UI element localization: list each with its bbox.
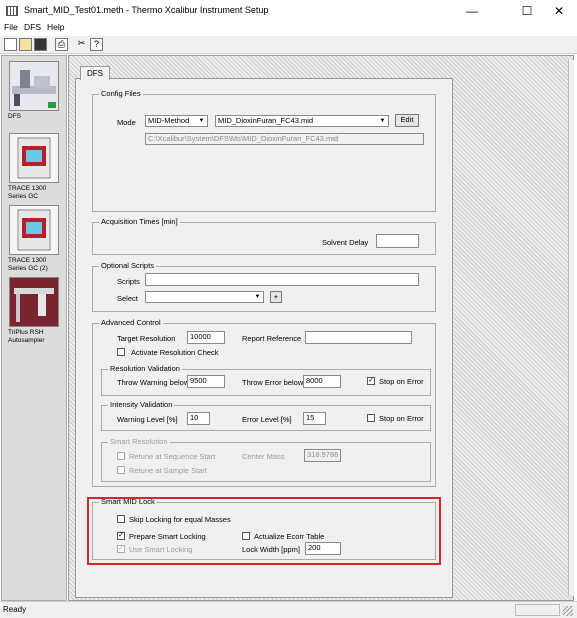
gc-instrument-icon[interactable] bbox=[9, 133, 59, 183]
new-icon[interactable] bbox=[4, 38, 17, 51]
chevron-down-icon: ▼ bbox=[254, 294, 261, 300]
minimize-icon: — bbox=[466, 4, 478, 18]
retune-sequence-label: Retune at Sequence Start bbox=[129, 452, 216, 461]
mode-select[interactable]: MID-Method ▼ bbox=[145, 115, 208, 127]
error-level-label: Error Level [%] bbox=[242, 415, 292, 424]
advanced-control-title: Advanced Control bbox=[99, 318, 163, 327]
title-bar: Smart_MID_Test01.meth - Thermo Xcalibur … bbox=[0, 0, 577, 22]
autosampler-instrument-icon[interactable] bbox=[9, 277, 59, 327]
resolution-validation-title: Resolution Validation bbox=[108, 364, 182, 373]
retune-sequence-checkbox bbox=[117, 452, 125, 460]
throw-warning-input[interactable]: 9500 bbox=[187, 375, 225, 388]
throw-error-input[interactable]: 8000 bbox=[303, 375, 341, 388]
intensity-validation-title: Intensity Validation bbox=[108, 400, 175, 409]
activate-resolution-label: Activate Resolution Check bbox=[131, 348, 219, 357]
center-mass-label: Center Mass bbox=[242, 452, 285, 461]
dfs-instrument-icon[interactable] bbox=[9, 61, 59, 111]
chevron-down-icon: ▼ bbox=[379, 118, 386, 124]
close-icon: ✕ bbox=[553, 4, 565, 18]
print-icon[interactable]: ⎙ bbox=[55, 38, 68, 51]
maximize-button[interactable]: ☐ bbox=[512, 3, 542, 19]
edit-button[interactable]: Edit bbox=[395, 114, 419, 127]
config-files-title: Config Files bbox=[99, 89, 143, 98]
menu-file[interactable]: File bbox=[4, 22, 18, 32]
int-stop-on-error-checkbox[interactable] bbox=[367, 414, 375, 422]
vertical-scrollbar[interactable] bbox=[568, 60, 574, 596]
instrument-label-autosampler: TriPlus RSH Autosampler bbox=[8, 329, 45, 344]
save-icon[interactable] bbox=[34, 38, 47, 51]
throw-warning-label: Throw Warning below bbox=[117, 378, 190, 387]
config-file-select[interactable]: MID_DioxinFuran_FC43.mid ▼ bbox=[215, 115, 389, 127]
open-icon[interactable] bbox=[19, 38, 32, 51]
toolbar: ⎙ ✂ ? bbox=[0, 36, 577, 54]
smart-resolution-title: Smart Resolution bbox=[108, 437, 170, 446]
chevron-down-icon: ▼ bbox=[198, 118, 205, 124]
window-title: Smart_MID_Test01.meth - Thermo Xcalibur … bbox=[24, 5, 269, 15]
instrument-label-gc: TRACE 1300 Series GC bbox=[8, 185, 47, 200]
retune-sample-label: Retune at Sample Start bbox=[129, 466, 207, 475]
script-select[interactable]: ▼ bbox=[145, 291, 264, 303]
solvent-delay-label: Solvent Delay bbox=[322, 238, 369, 247]
error-level-input[interactable]: 15 bbox=[303, 412, 326, 425]
close-button[interactable]: ✕ bbox=[544, 3, 574, 19]
report-reference-input[interactable] bbox=[305, 331, 412, 344]
target-resolution-input[interactable]: 10000 bbox=[187, 331, 225, 344]
tab-dfs[interactable]: DFS bbox=[80, 66, 110, 80]
config-files-group: Config Files bbox=[92, 89, 436, 212]
smart-resolution-group: Smart Resolution bbox=[101, 437, 431, 482]
res-stop-on-error-label: Stop on Error bbox=[379, 377, 424, 386]
scripts-input[interactable] bbox=[145, 273, 419, 286]
status-panel bbox=[515, 604, 560, 616]
select-label: Select bbox=[117, 294, 138, 303]
mode-label: Mode bbox=[117, 118, 136, 127]
retune-sample-checkbox bbox=[117, 466, 125, 474]
config-path-field: C:\Xcalibur\System\DFS\Ms\MID_DioxinFura… bbox=[145, 133, 424, 145]
help-icon[interactable]: ? bbox=[90, 38, 103, 51]
minimize-button[interactable]: — bbox=[457, 3, 487, 19]
warning-level-input[interactable]: 10 bbox=[187, 412, 210, 425]
cut-icon[interactable]: ✂ bbox=[75, 38, 88, 51]
maximize-icon: ☐ bbox=[521, 4, 533, 18]
menu-help[interactable]: Help bbox=[47, 22, 64, 32]
int-stop-on-error-label: Stop on Error bbox=[379, 414, 424, 423]
menu-bar: File DFS Help bbox=[0, 22, 577, 36]
resize-grip-icon[interactable] bbox=[563, 606, 573, 616]
menu-dfs[interactable]: DFS bbox=[24, 22, 41, 32]
status-bar: Ready bbox=[0, 601, 577, 618]
acquisition-times-title: Acquisition Times [min] bbox=[99, 217, 180, 226]
gc2-instrument-icon[interactable] bbox=[9, 205, 59, 255]
res-stop-on-error-checkbox[interactable]: ✓ bbox=[367, 377, 375, 385]
center-mass-field: 318.9786 bbox=[304, 449, 341, 462]
target-resolution-label: Target Resolution bbox=[117, 334, 176, 343]
app-icon bbox=[6, 6, 18, 16]
solvent-delay-input[interactable] bbox=[376, 234, 419, 248]
instrument-label-gc2: TRACE 1300 Series GC (2) bbox=[8, 257, 48, 272]
highlight-box bbox=[87, 497, 441, 565]
mode-value: MID-Method bbox=[148, 116, 190, 125]
report-reference-label: Report Reference bbox=[242, 334, 302, 343]
throw-error-label: Throw Error below bbox=[242, 378, 304, 387]
activate-resolution-checkbox[interactable] bbox=[117, 348, 125, 356]
optional-scripts-title: Optional Scripts bbox=[99, 261, 156, 270]
config-file-value: MID_DioxinFuran_FC43.mid bbox=[218, 116, 314, 125]
add-script-button[interactable]: + bbox=[270, 291, 282, 303]
warning-level-label: Warning Level [%] bbox=[117, 415, 178, 424]
instrument-label-dfs: DFS bbox=[8, 113, 21, 120]
scripts-label: Scripts bbox=[117, 277, 140, 286]
status-text: Ready bbox=[3, 605, 27, 614]
